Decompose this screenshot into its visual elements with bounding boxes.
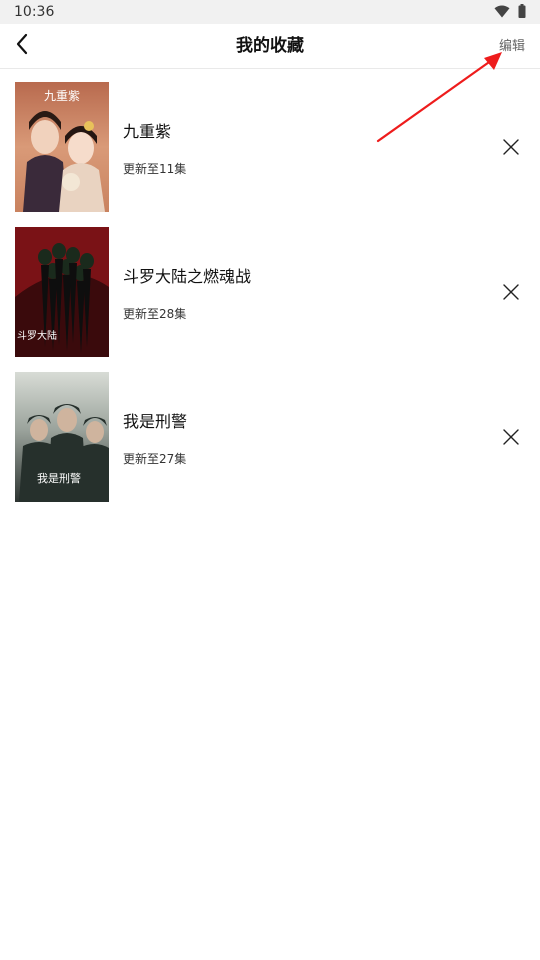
- wifi-icon: [494, 3, 510, 22]
- edit-button[interactable]: 编辑: [499, 24, 525, 69]
- item-title: 斗罗大陆之燃魂战: [123, 267, 252, 286]
- list-item[interactable]: 九重紫 九重紫 更新至11集: [0, 82, 540, 227]
- list-item[interactable]: 我是刑警 我是刑警 更新至27集: [0, 372, 540, 517]
- poster-image[interactable]: 斗罗大陆: [15, 227, 109, 357]
- poster-image[interactable]: 我是刑警: [15, 372, 109, 502]
- item-update-status: 更新至27集: [123, 452, 187, 466]
- close-icon: [503, 139, 519, 159]
- status-bar: 10:36: [0, 0, 540, 24]
- poster-image[interactable]: 九重紫: [15, 82, 109, 212]
- poster-title-text: 九重紫: [44, 89, 80, 103]
- list-item[interactable]: 斗罗大陆 斗罗大陆之燃魂战 更新至28集: [0, 227, 540, 372]
- page-title: 我的收藏: [236, 36, 304, 56]
- status-icons: [494, 3, 526, 22]
- item-update-status: 更新至11集: [123, 162, 187, 176]
- item-title: 九重紫: [123, 122, 172, 141]
- remove-button[interactable]: [498, 281, 524, 307]
- close-icon: [503, 429, 519, 449]
- remove-button[interactable]: [498, 426, 524, 452]
- favorites-list: 九重紫 九重紫 更新至11集 斗罗大陆 斗罗大陆之燃魂战 更新至28集 我是刑警…: [0, 82, 540, 517]
- poster-title-text: 我是刑警: [37, 471, 81, 485]
- item-update-status: 更新至28集: [123, 307, 187, 321]
- poster-title-text: 斗罗大陆: [17, 329, 57, 342]
- item-title: 我是刑警: [123, 412, 188, 431]
- app-bar: 我的收藏 编辑: [0, 24, 540, 69]
- remove-button[interactable]: [498, 136, 524, 162]
- close-icon: [503, 284, 519, 304]
- status-time: 10:36: [14, 4, 55, 20]
- battery-icon: [518, 3, 526, 22]
